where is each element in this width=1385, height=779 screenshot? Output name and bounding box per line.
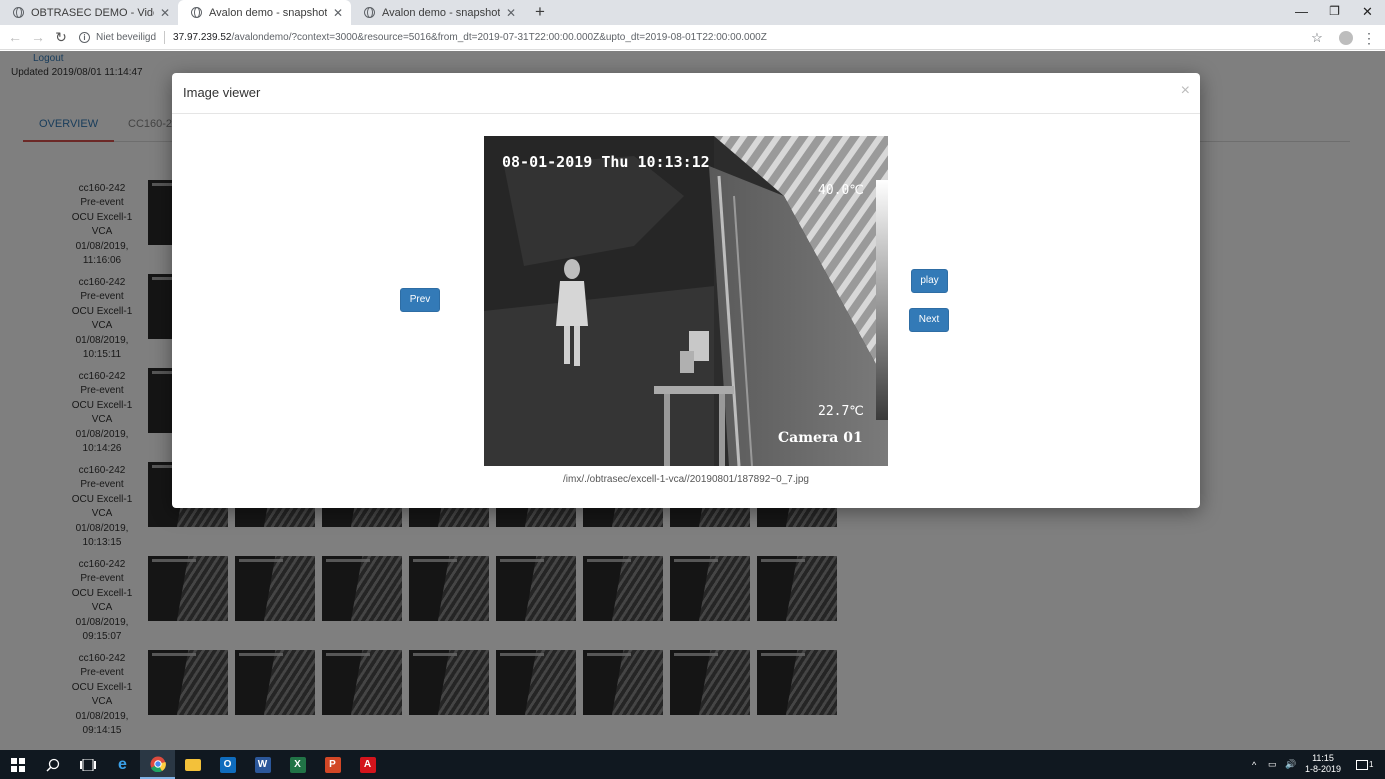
forward-icon[interactable]: →: [29, 29, 47, 47]
modal-title: Image viewer: [183, 85, 261, 100]
close-tab-icon[interactable]: ✕: [504, 6, 518, 20]
overlay-temp-top: 40.0℃: [818, 183, 864, 198]
excel-icon[interactable]: X: [280, 750, 315, 779]
close-tab-icon[interactable]: ✕: [158, 6, 172, 20]
modal-header: Image viewer ×: [172, 73, 1200, 114]
tray-chevron-icon[interactable]: ^: [1252, 750, 1256, 779]
divider: [164, 31, 166, 44]
clock-date: 1-8-2019: [1304, 764, 1342, 774]
powerpoint-icon[interactable]: P: [315, 750, 350, 779]
volume-icon[interactable]: 🔊: [1285, 750, 1296, 779]
browser-tab[interactable]: Avalon demo - snapshot present ✕: [351, 0, 524, 25]
window-close-icon[interactable]: ✕: [1351, 0, 1384, 25]
file-explorer-icon[interactable]: [175, 750, 210, 779]
prev-button[interactable]: Prev: [400, 288, 440, 312]
outlook-icon[interactable]: O: [210, 750, 245, 779]
overlay-camera-label: Camera 01: [778, 430, 863, 446]
reload-icon[interactable]: ↻: [52, 29, 70, 47]
tab-title: Avalon demo - snapshot present: [209, 6, 327, 19]
globe-icon: [364, 7, 375, 18]
info-icon[interactable]: i: [79, 32, 90, 43]
close-icon[interactable]: ×: [1181, 82, 1190, 100]
security-label: Niet beveiligd: [96, 32, 157, 43]
menu-kebab-icon[interactable]: ⋮: [1360, 29, 1378, 47]
browser-tab[interactable]: OBTRASEC DEMO - Video Intellig ✕: [0, 0, 178, 25]
camera-snapshot-image: 08-01-2019 Thu 10:13:12 40.0℃ 22.7℃ Came…: [484, 136, 888, 466]
restore-icon[interactable]: ❐: [1318, 0, 1351, 25]
clock-time: 11:15: [1312, 753, 1334, 763]
search-icon[interactable]: [35, 750, 70, 779]
tab-title: OBTRASEC DEMO - Video Intellig: [31, 6, 154, 19]
image-path: /imx/./obtrasec/excell-1-vca//20190801/1…: [563, 474, 809, 485]
acrobat-icon[interactable]: A: [350, 750, 385, 779]
network-icon[interactable]: ▭: [1268, 750, 1277, 779]
notification-count: 1: [1369, 760, 1374, 769]
play-button[interactable]: play: [911, 269, 948, 293]
bookmark-star-icon[interactable]: ☆: [1308, 29, 1326, 47]
close-tab-icon[interactable]: ✕: [331, 6, 345, 20]
globe-icon: [191, 7, 202, 18]
address-bar: ← → ↻ i Niet beveiligd 37.97.239.52/aval…: [0, 25, 1385, 50]
edge-icon[interactable]: e: [105, 750, 140, 779]
word-icon[interactable]: W: [245, 750, 280, 779]
notification-center-icon[interactable]: 1: [1356, 750, 1373, 779]
camera-scene: 08-01-2019 Thu 10:13:12 40.0℃ 22.7℃ Came…: [484, 136, 888, 466]
browser-tab-active[interactable]: Avalon demo - snapshot present ✕: [178, 0, 351, 25]
taskbar-clock[interactable]: 11:15 1-8-2019: [1300, 753, 1346, 775]
new-tab-icon[interactable]: +: [531, 3, 549, 21]
minimize-icon[interactable]: —: [1285, 0, 1318, 25]
profile-avatar-icon[interactable]: [1337, 29, 1355, 47]
page-content: Logout Updated 2019/08/01 11:14:47 OVERV…: [0, 51, 1385, 750]
overlay-temp-bottom: 22.7℃: [818, 404, 864, 419]
url-text: 37.97.239.52/avalondemo/?context=3000&re…: [173, 32, 767, 43]
windows-taskbar: e O W X P A ^ ▭ 🔊 11:15 1-8-2019 1: [0, 750, 1385, 779]
task-view-icon[interactable]: [70, 750, 105, 779]
overlay-datetime: 08-01-2019 Thu 10:13:12: [502, 153, 710, 171]
chrome-icon[interactable]: [140, 750, 175, 779]
url-field[interactable]: i Niet beveiligd 37.97.239.52/avalondemo…: [79, 28, 1299, 47]
globe-icon: [13, 7, 24, 18]
image-viewer-modal: Image viewer × Prev 08-01-2019 Thu 10:13…: [172, 73, 1200, 508]
windows-start-icon[interactable]: [0, 750, 35, 779]
tab-title: Avalon demo - snapshot present: [382, 6, 500, 19]
browser-tab-strip: OBTRASEC DEMO - Video Intellig ✕ Avalon …: [0, 0, 1385, 25]
back-icon[interactable]: ←: [6, 29, 24, 47]
next-button[interactable]: Next: [909, 308, 949, 332]
